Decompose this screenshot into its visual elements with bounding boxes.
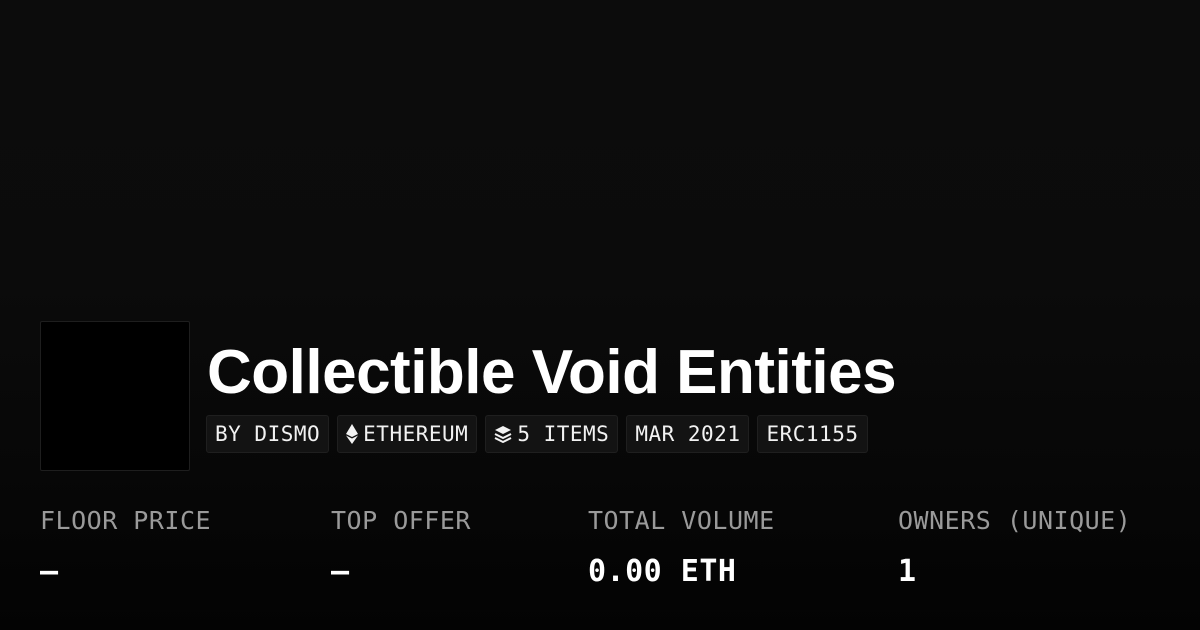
stat-label: OWNERS (UNIQUE) xyxy=(898,506,1132,535)
stat-owners: OWNERS (UNIQUE) 1 xyxy=(898,505,1131,588)
stat-top-offer: TOP OFFER – xyxy=(331,505,471,588)
creator-tag[interactable]: BY DISMO xyxy=(206,415,330,453)
item-count-tag-label: 5 ITEMS xyxy=(517,422,610,446)
stat-label: FLOOR PRICE xyxy=(40,506,212,535)
token-standard-tag-label: ERC1155 xyxy=(766,422,859,446)
collection-tags: BY DISMO ETHEREUM 5 ITEMS MAR 2021 ERC11… xyxy=(206,415,868,453)
chain-tag-label: ETHEREUM xyxy=(363,422,469,446)
stat-value: – xyxy=(40,554,59,589)
date-tag-label: MAR 2021 xyxy=(635,422,741,446)
stat-floor-price: FLOOR PRICE – xyxy=(40,505,211,588)
date-tag: MAR 2021 xyxy=(626,415,750,453)
stat-value: 1 xyxy=(898,554,917,589)
item-count-tag: 5 ITEMS xyxy=(485,415,619,453)
token-standard-tag: ERC1155 xyxy=(757,415,868,453)
stat-label: TOTAL VOLUME xyxy=(588,506,775,535)
collection-thumbnail xyxy=(40,321,190,471)
layers-icon xyxy=(494,425,512,443)
stat-total-volume: TOTAL VOLUME 0.00 ETH xyxy=(588,505,775,588)
collection-title: Collectible Void Entities xyxy=(207,338,897,407)
stat-value: 0.00 ETH xyxy=(588,554,737,589)
chain-tag: ETHEREUM xyxy=(337,415,478,453)
creator-tag-label: BY DISMO xyxy=(215,422,321,446)
ethereum-icon xyxy=(346,424,359,444)
stat-value: – xyxy=(331,554,350,589)
stat-label: TOP OFFER xyxy=(331,506,471,535)
